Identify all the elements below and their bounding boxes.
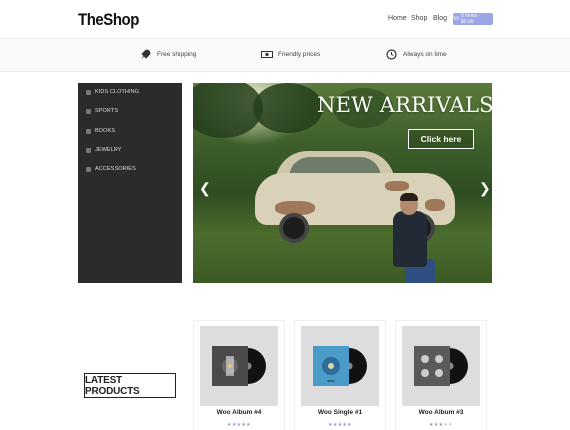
diamond-icon	[86, 147, 91, 153]
sidebar-item-label: KIDS CLOTHING	[95, 89, 140, 95]
sidebar-item-label: SPORTS	[95, 108, 119, 114]
svg-text:woo: woo	[327, 378, 335, 383]
hero-slider[interactable]: NEW ARRIVALS Click here ❮ ❯	[193, 83, 492, 283]
product-thumbnail[interactable]: woo	[301, 326, 379, 406]
feature-label: Friendly prices	[278, 51, 321, 58]
feature-always-on-time: Always on time	[386, 49, 447, 60]
slide-cta-button[interactable]: Click here	[408, 129, 474, 149]
site-logo[interactable]: TheShop	[78, 10, 139, 30]
album-sleeve	[414, 346, 450, 386]
slide-tree	[253, 83, 323, 133]
chevron-right-icon[interactable]: ❯	[479, 181, 491, 195]
latest-products-heading: LATEST PRODUCTS	[84, 373, 176, 398]
nav-shop[interactable]: Shop	[411, 15, 427, 22]
sidebar-item-jewelry[interactable]: JEWELRY	[86, 147, 122, 153]
product-name[interactable]: Woo Album #3	[396, 409, 486, 416]
album-sleeve	[212, 346, 248, 386]
product-thumbnail[interactable]	[402, 326, 480, 406]
features-bar: Free shipping Friendly prices Always on …	[0, 38, 570, 72]
rocket-icon	[140, 49, 151, 60]
product-card[interactable]: woo Woo Single #1 ★★★★★	[294, 320, 386, 430]
cart-label: 0 items - $0.00	[461, 13, 481, 25]
sidebar-item-kids-clothing[interactable]: KIDS CLOTHING	[86, 89, 139, 95]
slide-grass	[193, 233, 492, 283]
nav-blog[interactable]: Blog	[433, 15, 447, 22]
product-card[interactable]: Woo Album #3 ★★★★★	[395, 320, 487, 430]
sidebar-item-accessories[interactable]: ACCESSORIES	[86, 166, 136, 172]
slide-title: NEW ARRIVALS	[317, 93, 492, 117]
sidebar-item-label: ACCESSORIES	[95, 166, 136, 172]
nav-home[interactable]: Home	[388, 15, 407, 22]
feature-free-shipping: Free shipping	[140, 49, 196, 60]
cart-button[interactable]: 0 items - $0.00	[453, 13, 493, 25]
sidebar-item-label: BOOKS	[95, 128, 116, 134]
clock-icon	[386, 49, 397, 60]
star-rating: ★★★★★	[227, 422, 251, 428]
site-header: TheShop Home Shop Blog 0 items - $0.00	[0, 0, 570, 38]
sidebar-item-books[interactable]: BOOKS	[86, 128, 115, 134]
album-sleeve: woo	[313, 346, 349, 386]
money-icon	[261, 49, 273, 60]
product-name[interactable]: Woo Album #4	[194, 409, 284, 416]
product-name[interactable]: Woo Single #1	[295, 409, 385, 416]
slide-car-image	[255, 151, 455, 283]
feature-friendly-prices: Friendly prices	[261, 49, 320, 60]
product-card[interactable]: Woo Album #4 ★★★★★	[193, 320, 285, 430]
category-sidebar: KIDS CLOTHING SPORTS BOOKS JEWELRY ACCES…	[78, 83, 182, 283]
star-rating: ★★★★★	[429, 422, 453, 428]
sidebar-item-label: JEWELRY	[95, 147, 122, 153]
product-thumbnail[interactable]	[200, 326, 278, 406]
cap-icon	[86, 108, 91, 114]
chevron-left-icon[interactable]: ❮	[199, 181, 211, 195]
feature-label: Free shipping	[157, 51, 197, 58]
cart-icon	[453, 15, 460, 23]
shirt-icon	[86, 89, 91, 95]
bag-icon	[86, 166, 91, 172]
feature-label: Always on time	[403, 51, 447, 58]
book-icon	[86, 128, 91, 134]
sidebar-item-sports[interactable]: SPORTS	[86, 108, 118, 114]
star-rating: ★★★★★	[328, 422, 352, 428]
